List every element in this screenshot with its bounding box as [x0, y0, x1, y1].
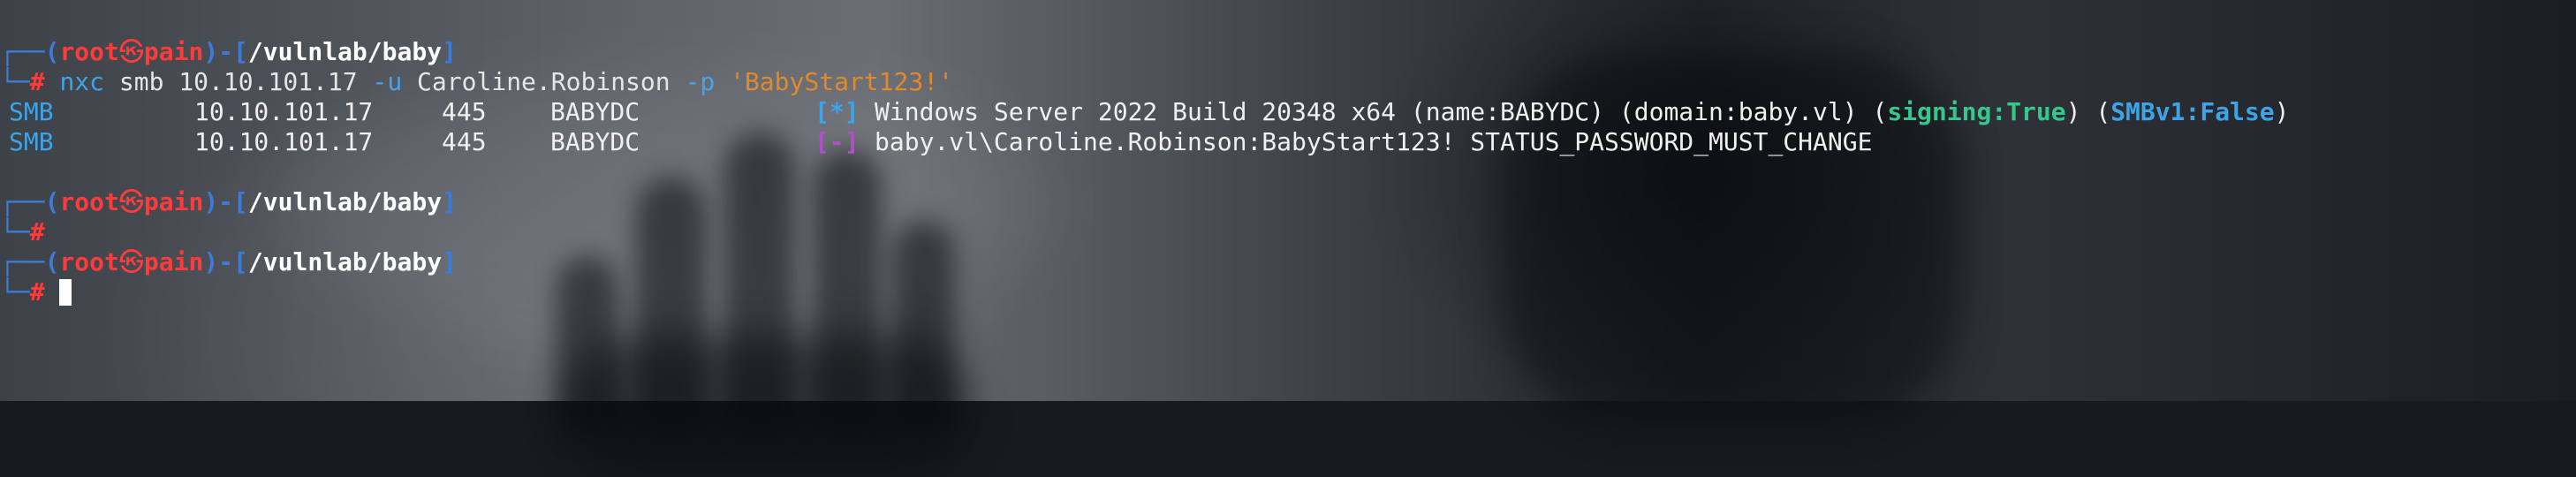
terminal-window[interactable]: ┌──(root㉿pain)-[/vulnlab/baby] └─# nxc s…: [0, 0, 2576, 401]
command-line: └─# nxc smb 10.10.101.17 -u Caroline.Rob…: [0, 67, 2576, 97]
output-proto: SMB: [9, 127, 54, 156]
prompt-corner: └─: [0, 67, 30, 96]
prompt-corner: └─: [0, 277, 30, 307]
prompt-host: pain: [143, 247, 204, 276]
prompt-hash: #: [29, 277, 45, 307]
skull-icon: ㉿: [118, 37, 144, 66]
prompt-frame-open: ┌──(: [0, 187, 60, 216]
skull-icon: ㉿: [118, 247, 144, 276]
prompt-frame-close: ]: [442, 247, 457, 276]
output-message: baby.vl\Caroline.Robinson:BabyStart123! …: [875, 127, 1873, 156]
prompt-host: pain: [143, 37, 204, 66]
skull-icon: ㉿: [118, 187, 144, 216]
prompt-frame-close: ]: [442, 187, 457, 216]
output-message-start: Windows Server 2022 Build 20348 x64 (nam…: [875, 97, 1888, 126]
command-target: 10.10.101.17: [178, 67, 358, 96]
output-ip: 10.10.101.17: [194, 127, 374, 156]
output-proto: SMB: [9, 97, 54, 126]
prompt-line-2: ┌──(root㉿pain)-[/vulnlab/baby]: [0, 187, 2576, 217]
output-port: 445: [442, 97, 487, 126]
command-pass-flag: -p: [685, 67, 716, 96]
status-info-icon: [*]: [814, 97, 860, 126]
empty-command-line: └─#: [0, 217, 2576, 247]
prompt-line-3: ┌──(root㉿pain)-[/vulnlab/baby]: [0, 247, 2576, 277]
output-line-1: SMB 10.10.101.17 445 BABYDC [*] Windows …: [0, 97, 2576, 127]
smbv1-status: SMBv1:False: [2110, 97, 2275, 126]
output-ip: 10.10.101.17: [194, 97, 374, 126]
prompt-line-1: ┌──(root㉿pain)-[/vulnlab/baby]: [0, 37, 2576, 67]
signing-status: signing:True: [1887, 97, 2066, 126]
prompt-path: /vulnlab/baby: [247, 37, 443, 66]
prompt-host: pain: [143, 187, 204, 216]
output-message: Windows Server 2022 Build 20348 x64 (nam…: [875, 97, 2289, 127]
output-host: BABYDC: [550, 127, 640, 156]
command-password: 'BabyStart123!': [730, 67, 953, 96]
prompt-corner: └─: [0, 217, 30, 246]
prompt-frame-close: ]: [442, 37, 457, 66]
command-user-flag: -u: [372, 67, 403, 96]
output-line-2: SMB 10.10.101.17 445 BABYDC [-] baby.vl\…: [0, 127, 2576, 157]
prompt-frame-mid: )-[: [203, 37, 248, 66]
active-command-line[interactable]: └─#: [0, 277, 2576, 307]
prompt-frame-mid: )-[: [203, 247, 248, 276]
text-cursor[interactable]: [59, 279, 72, 306]
output-message-end: ): [2274, 97, 2290, 126]
output-port: 445: [442, 127, 487, 156]
prompt-frame-open: ┌──(: [0, 247, 60, 276]
prompt-hash: #: [29, 67, 45, 96]
output-host: BABYDC: [550, 97, 640, 126]
command-protocol: smb: [118, 67, 164, 96]
prompt-frame-open: ┌──(: [0, 37, 60, 66]
prompt-path: /vulnlab/baby: [247, 187, 443, 216]
prompt-user: root: [59, 37, 119, 66]
output-message-mid: ) (: [2065, 97, 2111, 126]
prompt-hash: #: [29, 217, 45, 246]
command-program: nxc: [59, 67, 105, 96]
prompt-path: /vulnlab/baby: [247, 247, 443, 276]
prompt-user: root: [59, 187, 119, 216]
command-user: Caroline.Robinson: [417, 67, 671, 96]
status-fail-icon: [-]: [814, 127, 860, 156]
prompt-user: root: [59, 247, 119, 276]
prompt-frame-mid: )-[: [203, 187, 248, 216]
